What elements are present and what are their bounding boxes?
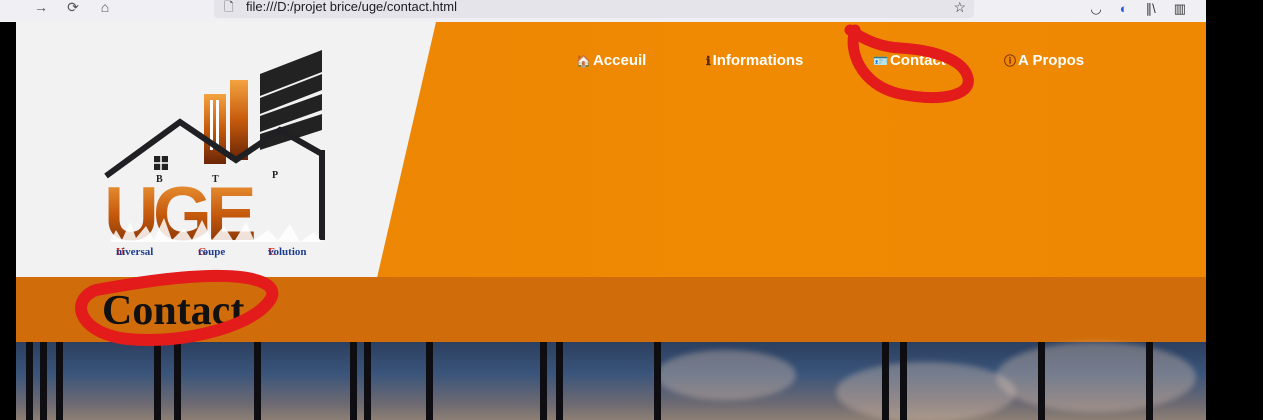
nav-label-a-propos[interactable]: A Propos [1018,52,1084,69]
info-icon: ℹ [706,53,711,68]
toolbar-right-icons: ◡ ◐ ∥\ ▥ [1090,0,1186,16]
file-icon: 🗋 [224,0,234,14]
pocket-icon[interactable]: ◡ [1090,2,1101,15]
nav-item-a-propos[interactable]: ⓘ A Propos [1004,52,1084,69]
contact-card-icon: 🪪 [873,53,888,68]
nav-label-contact[interactable]: Contact [890,52,946,69]
library-icon[interactable]: ∥\ [1146,2,1156,15]
house-icon: 🏠 [576,53,591,68]
reload-icon[interactable]: ⟳ [62,0,84,16]
browser-toolbar: → ⟳ ⌂ 🗋 file:///D:/projet brice/uge/cont… [0,0,1206,22]
nav-item-acceuil[interactable]: 🏠 Acceuil [576,52,646,69]
bookmark-star-icon[interactable]: ☆ [953,0,966,16]
uge-logo[interactable]: B T P UGE [100,50,332,266]
nav-item-informations[interactable]: ℹ Informations [706,52,803,69]
address-bar[interactable]: 🗋 file:///D:/projet brice/uge/contact.ht… [214,0,974,18]
info-circle-icon: ⓘ [1004,54,1017,68]
forward-arrow-icon[interactable]: → [30,0,52,16]
address-url[interactable]: file:///D:/projet brice/uge/contact.html [246,0,457,14]
hero-photo-construction [16,342,1206,420]
page-title-band: Contact [16,277,1206,342]
nav-item-contact[interactable]: 🪪 Contact [873,52,946,69]
sidebar-icon[interactable]: ▥ [1174,2,1186,15]
nav-label-acceuil[interactable]: Acceuil [593,52,646,69]
page-title: Contact [102,288,245,334]
web-page: B T P UGE Universal Groupe Evolution 🏠 A… [16,22,1206,420]
logo-mark-text: UGE [104,172,254,257]
home-icon[interactable]: ⌂ [94,0,116,16]
nav-label-informations[interactable]: Informations [713,52,804,69]
privacy-icon[interactable]: ◐ [1120,2,1128,15]
header-hero: B T P UGE Universal Groupe Evolution 🏠 A… [16,22,1206,277]
logo-letter-p: P [272,170,278,181]
